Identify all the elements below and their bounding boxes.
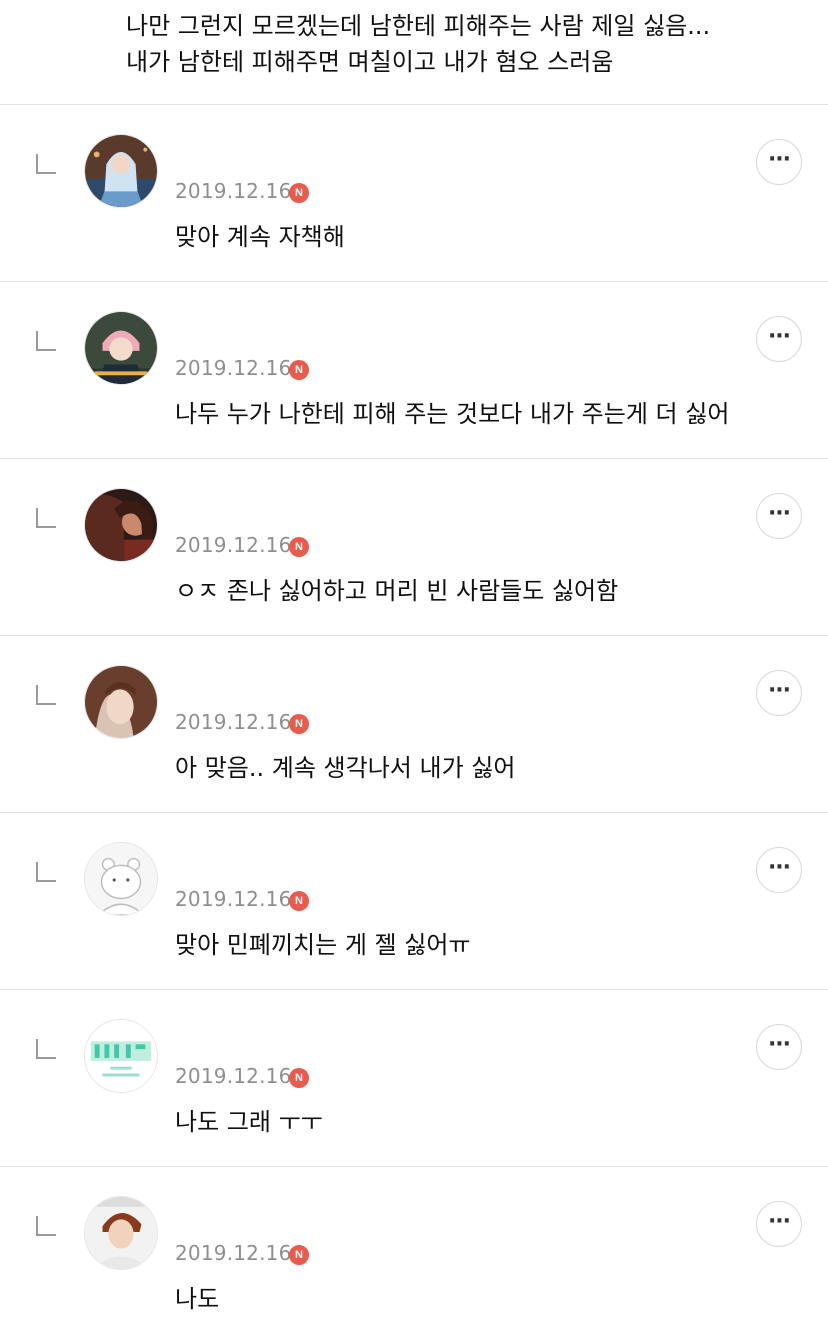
more-options-button[interactable]: ··· <box>756 1201 802 1247</box>
reply-item: 2019.12.16 N 나도 ··· <box>0 1167 828 1337</box>
reply-date: 2019.12.16 <box>175 887 292 911</box>
reply-item: 2019.12.16 N ㅇㅈ 존나 싫어하고 머리 빈 사람들도 싫어함 ··… <box>0 459 828 636</box>
reply-date: 2019.12.16 <box>175 1241 292 1265</box>
reply-arrow-icon <box>36 862 56 882</box>
parent-comment: 나만 그런지 모르겠는데 남한테 피해주는 사람 제일 싫음... 내가 남한테… <box>0 0 828 105</box>
reply-text: 나두 누가 나한테 피해 주는 것보다 내가 주는게 더 싫어 <box>175 400 730 428</box>
avatar[interactable] <box>84 488 158 562</box>
reply-text: ㅇㅈ 존나 싫어하고 머리 빈 사람들도 싫어함 <box>175 577 619 605</box>
reply-arrow-icon <box>36 1216 56 1236</box>
new-badge: N <box>289 183 309 203</box>
reply-text: 맞아 계속 자책해 <box>175 223 345 251</box>
reply-text: 나도 <box>175 1285 220 1313</box>
new-badge: N <box>289 1245 309 1265</box>
reply-date: 2019.12.16 <box>175 179 292 203</box>
reply-date: 2019.12.16 <box>175 1064 292 1088</box>
more-options-button[interactable]: ··· <box>756 493 802 539</box>
new-badge: N <box>289 714 309 734</box>
more-options-button[interactable]: ··· <box>756 139 802 185</box>
reply-arrow-icon <box>36 685 56 705</box>
avatar[interactable] <box>84 134 158 208</box>
reply-arrow-icon <box>36 508 56 528</box>
reply-text: 아 맞음.. 계속 생각나서 내가 싫어 <box>175 754 516 782</box>
reply-item: 2019.12.16 N 나도 그래 ㅜㅜ ··· <box>0 990 828 1167</box>
avatar[interactable] <box>84 1196 158 1270</box>
more-options-button[interactable]: ··· <box>756 670 802 716</box>
reply-arrow-icon <box>36 1039 56 1059</box>
reply-item: 2019.12.16 N 아 맞음.. 계속 생각나서 내가 싫어 ··· <box>0 636 828 813</box>
new-badge: N <box>289 1068 309 1088</box>
new-badge: N <box>289 360 309 380</box>
reply-arrow-icon <box>36 331 56 351</box>
avatar[interactable] <box>84 311 158 385</box>
avatar[interactable] <box>84 1019 158 1093</box>
parent-comment-line-2: 내가 남한테 피해주면 며칠이고 내가 혐오 스러움 <box>126 48 614 76</box>
avatar[interactable] <box>84 842 158 916</box>
reply-text: 나도 그래 ㅜㅜ <box>175 1108 323 1136</box>
reply-date: 2019.12.16 <box>175 356 292 380</box>
reply-arrow-icon <box>36 154 56 174</box>
reply-date: 2019.12.16 <box>175 710 292 734</box>
new-badge: N <box>289 537 309 557</box>
more-options-button[interactable]: ··· <box>756 1024 802 1070</box>
reply-date: 2019.12.16 <box>175 533 292 557</box>
reply-item: 2019.12.16 N 맞아 계속 자책해 ··· <box>0 105 828 282</box>
reply-item: 2019.12.16 N 나두 누가 나한테 피해 주는 것보다 내가 주는게 … <box>0 282 828 459</box>
parent-comment-line-1: 나만 그런지 모르겠는데 남한테 피해주는 사람 제일 싫음... <box>126 12 711 40</box>
reply-text: 맞아 민폐끼치는 게 젤 싫어ㅠ <box>175 931 471 959</box>
more-options-button[interactable]: ··· <box>756 847 802 893</box>
new-badge: N <box>289 891 309 911</box>
avatar[interactable] <box>84 665 158 739</box>
more-options-button[interactable]: ··· <box>756 316 802 362</box>
reply-item: 2019.12.16 N 맞아 민폐끼치는 게 젤 싫어ㅠ ··· <box>0 813 828 990</box>
